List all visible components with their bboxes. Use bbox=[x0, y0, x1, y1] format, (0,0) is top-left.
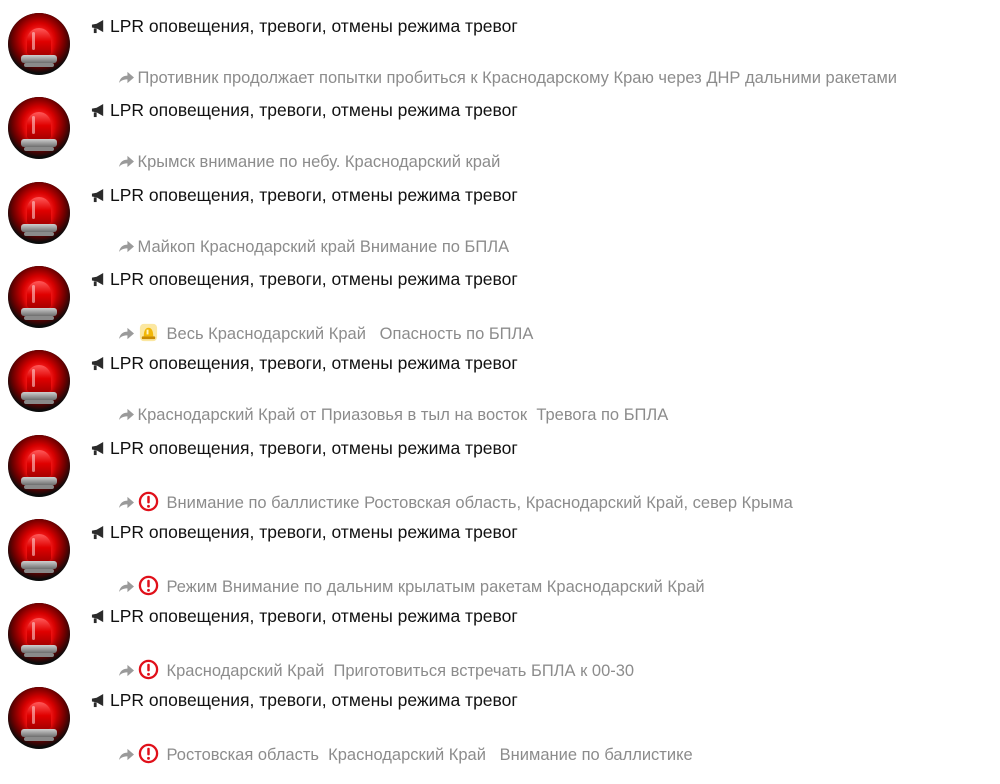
chat-list-item[interactable]: LPR оповещения, тревоги, отмены режима т… bbox=[0, 506, 1000, 596]
megaphone-icon bbox=[91, 441, 104, 455]
forward-arrow-icon bbox=[118, 749, 134, 761]
chat-title: LPR оповещения, тревоги, отмены режима т… bbox=[90, 522, 518, 543]
chat-title: LPR оповещения, тревоги, отмены режима т… bbox=[90, 269, 518, 290]
chat-list-item[interactable]: LPR оповещения, тревоги, отмены режима т… bbox=[0, 422, 1000, 512]
megaphone-icon bbox=[91, 525, 104, 539]
chat-title-text: LPR оповещения, тревоги, отмены режима т… bbox=[110, 353, 518, 374]
chat-title-text: LPR оповещения, тревоги, отмены режима т… bbox=[110, 268, 518, 289]
avatar[interactable] bbox=[8, 518, 70, 581]
chat-title: LPR оповещения, тревоги, отмены режима т… bbox=[90, 438, 518, 459]
avatar[interactable] bbox=[8, 434, 70, 497]
chat-list-item[interactable]: LPR оповещения, тревоги, отмены режима т… bbox=[0, 0, 1000, 87]
avatar[interactable] bbox=[8, 687, 70, 750]
chat-title: LPR оповещения, тревоги, отмены режима т… bbox=[90, 16, 518, 37]
chat-title-text: LPR оповещения, тревоги, отмены режима т… bbox=[110, 100, 518, 121]
chat-title-text: LPR оповещения, тревоги, отмены режима т… bbox=[110, 606, 518, 627]
avatar[interactable] bbox=[8, 13, 70, 75]
megaphone-icon bbox=[91, 188, 104, 202]
forward-arrow-icon bbox=[118, 156, 134, 168]
chat-title: LPR оповещения, тревоги, отмены режима т… bbox=[90, 100, 518, 121]
chat-list-item[interactable]: LPR оповещения, тревоги, отмены режима т… bbox=[0, 253, 1000, 343]
chat-list-item[interactable]: LPR оповещения, тревоги, отмены режима т… bbox=[0, 590, 1000, 680]
avatar[interactable] bbox=[8, 97, 70, 160]
avatar[interactable] bbox=[8, 350, 70, 413]
forward-arrow-icon bbox=[118, 71, 134, 84]
chat-title: LPR оповещения, тревоги, отмены режима т… bbox=[90, 185, 518, 206]
chat-list-item[interactable]: LPR оповещения, тревоги, отмены режима т… bbox=[0, 337, 1000, 424]
forward-arrow-icon bbox=[118, 409, 134, 421]
last-message-preview: Ростовская область Краснодарский Край Вн… bbox=[90, 724, 693, 784]
avatar[interactable] bbox=[8, 265, 70, 328]
avatar[interactable] bbox=[8, 603, 70, 666]
chat-title-text: LPR оповещения, тревоги, отмены режима т… bbox=[110, 690, 518, 711]
chat-title: LPR оповещения, тревоги, отмены режима т… bbox=[90, 690, 518, 711]
chat-title: LPR оповещения, тревоги, отмены режима т… bbox=[90, 606, 518, 627]
forward-arrow-icon bbox=[118, 240, 134, 252]
chat-list-item[interactable]: LPR оповещения, тревоги, отмены режима т… bbox=[0, 84, 1000, 171]
chat-title: LPR оповещения, тревоги, отмены режима т… bbox=[90, 353, 518, 374]
megaphone-icon bbox=[91, 357, 104, 371]
megaphone-icon bbox=[91, 272, 104, 286]
megaphone-icon bbox=[91, 19, 104, 34]
avatar[interactable] bbox=[8, 181, 70, 244]
megaphone-icon bbox=[91, 610, 104, 624]
chat-title-text: LPR оповещения, тревоги, отмены режима т… bbox=[110, 184, 518, 205]
exclamation-circle-icon bbox=[138, 744, 158, 764]
megaphone-icon bbox=[91, 104, 104, 118]
chat-title-text: LPR оповещения, тревоги, отмены режима т… bbox=[110, 521, 518, 542]
chat-list-item[interactable]: LPR оповещения, тревоги, отмены режима т… bbox=[0, 169, 1000, 256]
chat-list-item[interactable]: LPR оповещения, тревоги, отмены режима т… bbox=[0, 674, 1000, 764]
chat-list: LPR оповещения, тревоги, отмены режима т… bbox=[0, 0, 1000, 764]
megaphone-icon bbox=[91, 694, 104, 708]
chat-title-text: LPR оповещения, тревоги, отмены режима т… bbox=[110, 16, 518, 36]
chat-title-text: LPR оповещения, тревоги, отмены режима т… bbox=[110, 437, 518, 458]
